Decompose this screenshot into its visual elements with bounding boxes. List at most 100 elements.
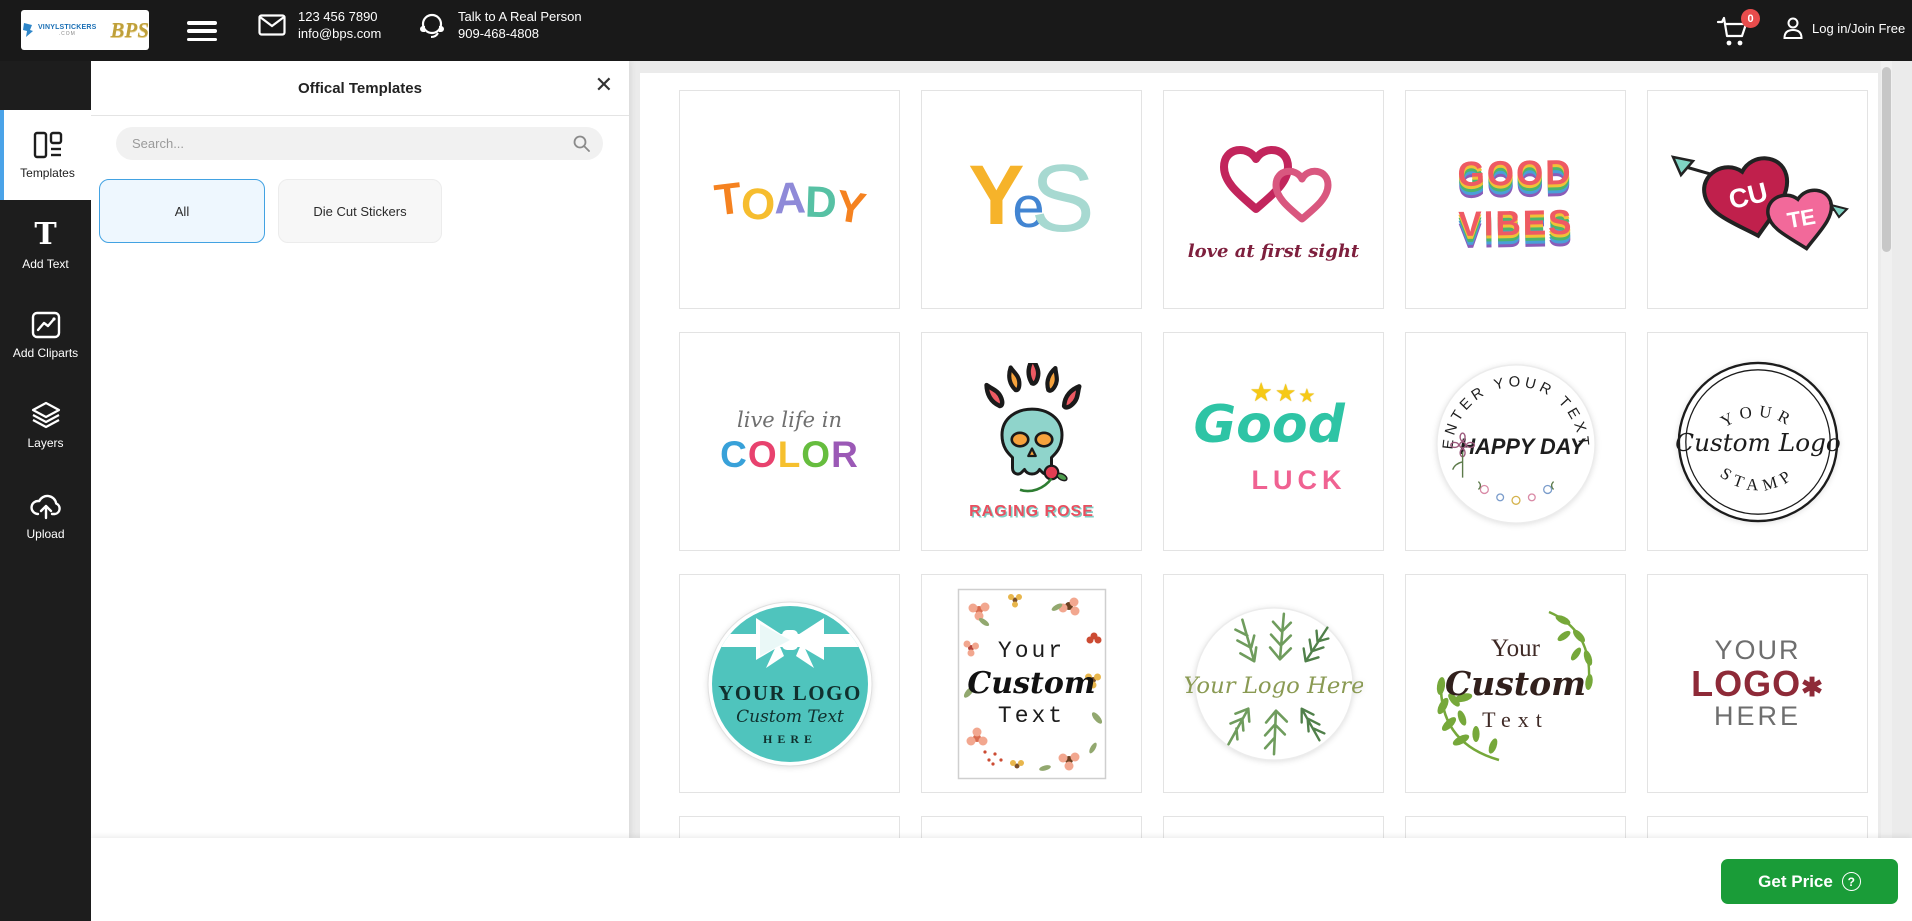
email-contact[interactable]: 123 456 7890 info@bps.com [258,9,381,41]
template-card-partial[interactable] [1647,816,1868,838]
your-logo-here-art: YOUR LOGO✱ HERE [1691,636,1824,730]
cart-count-badge: 0 [1741,9,1760,28]
svg-text:Custom Logo: Custom Logo [1675,427,1841,456]
template-card-good-luck[interactable]: ★★★ Good LUCK [1163,332,1384,551]
layers-icon [31,401,61,429]
stamp-art: YOUR Custom Logo STAMP [1669,353,1847,531]
bps-logo-text: BPS [111,18,150,43]
envelope-icon [258,14,286,36]
top-header: VINYLSTICKERS .COM BPS 123 456 7890 info… [0,0,1912,61]
good-vibes-art: GOOD VIBES [1457,155,1574,244]
help-question-icon[interactable]: ? [1842,872,1861,891]
filter-tab-all[interactable]: All [99,179,265,243]
ferns-art: Your Logo Here [1185,598,1363,770]
template-card-partial[interactable] [679,816,900,838]
template-card-laurel-custom-text[interactable]: Your Custom Text [1405,574,1626,793]
template-card-partial[interactable] [921,816,1142,838]
color-caption: live life in [737,408,842,432]
support-contact[interactable]: Talk to A Real Person 909-468-4808 [418,9,582,41]
sidebar-item-add-cliparts[interactable]: Add Cliparts [0,290,91,380]
template-card-raging-rose[interactable]: RAGING ROSE [921,332,1142,551]
cute-hearts-art: CU TE [1663,125,1853,275]
sidebar-label: Upload [26,527,64,541]
color-art: COLOR [720,434,859,476]
header-email: info@bps.com [298,26,381,41]
sidebar-item-layers[interactable]: Layers [0,380,91,470]
template-card-live-life-in-color[interactable]: live life in COLOR [679,332,900,551]
sidebar-item-upload[interactable]: Upload [0,470,91,560]
sticker-logo-icon [21,22,35,38]
svg-text:YOUR LOGO: YOUR LOGO [718,681,862,705]
menu-hamburger-icon[interactable] [187,21,217,41]
template-card-toady[interactable]: TOADY [679,90,900,309]
template-search [116,127,603,160]
floral-art: Your Custom Text [957,588,1107,780]
header-phone: 123 456 7890 [298,9,381,24]
good-luck-art: ★★★ Good LUCK [1194,377,1354,507]
grid-scrollbar-track[interactable] [1881,61,1892,838]
raging-rose-caption: RAGING ROSE [969,503,1094,521]
template-card-happy-day[interactable]: ENTER YOUR TEXT HAPPY DAY [1405,332,1626,551]
brand-domain: .COM [59,31,76,37]
sidebar-label: Add Text [22,257,68,271]
filter-tab-label: All [175,204,189,219]
login-button[interactable]: Log in/Join Free [1782,16,1905,40]
svg-text:HAPPY DAY: HAPPY DAY [1459,433,1586,458]
template-card-love-at-first-sight[interactable]: love at first sight [1163,90,1384,309]
template-card-yes[interactable]: YeS [921,90,1142,309]
template-card-good-vibes[interactable]: GOOD VIBES [1405,90,1626,309]
bottom-bar: Get Price ? [91,838,1912,921]
template-card-your-logo-ribbon[interactable]: YOUR LOGO Custom Text HERE [679,574,900,793]
templates-panel: Offical Templates ✕ All Die Cut Stickers [91,61,629,838]
support-label: Talk to A Real Person [458,9,582,24]
svg-text:HERE: HERE [762,732,816,746]
search-icon[interactable] [573,135,590,152]
happy-day-art: ENTER YOUR TEXT HAPPY DAY [1427,353,1605,531]
sidebar-label: Add Cliparts [13,346,78,360]
upload-cloud-icon [29,490,63,520]
template-card-your-logo-here[interactable]: YOUR LOGO✱ HERE [1647,574,1868,793]
template-card-partial[interactable] [1163,816,1384,838]
user-icon [1782,16,1804,40]
skull-art [957,363,1107,501]
template-card-your-logo-ferns[interactable]: Your Logo Here [1163,574,1384,793]
template-grid-area: TOADY YeS love at first sight GOOD VIBES [629,61,1912,838]
svg-text:Your Logo Here: Your Logo Here [1185,672,1363,698]
panel-title: Offical Templates [298,80,422,97]
svg-text:TE: TE [1785,203,1817,233]
sidebar-label: Layers [27,436,63,450]
template-card-cute[interactable]: CU TE [1647,90,1868,309]
toady-art: TOADY [715,175,864,225]
yes-art: YeS [968,153,1094,247]
brand-name: VINYLSTICKERS [38,24,97,31]
search-input[interactable] [116,136,603,151]
cliparts-icon [31,311,61,339]
love-caption: love at first sight [1188,241,1360,262]
add-text-icon: T [34,220,56,250]
tool-sidebar: Templates T Add Text Add Cliparts Layers… [0,61,91,921]
close-icon[interactable]: ✕ [595,74,613,96]
template-grid: TOADY YeS love at first sight GOOD VIBES [640,73,1878,838]
template-card-partial[interactable] [1405,816,1626,838]
grid-scrollbar-thumb[interactable] [1882,67,1891,252]
laurel-art: Your Custom Text [1421,594,1611,774]
login-label: Log in/Join Free [1812,21,1905,36]
sidebar-item-add-text[interactable]: T Add Text [0,200,91,290]
get-price-label: Get Price [1758,872,1833,892]
template-card-floral-custom-text[interactable]: Your Custom Text [921,574,1142,793]
asterisk-mark: ✱ [1801,672,1824,702]
support-phone: 909-468-4808 [458,26,582,41]
sidebar-item-templates[interactable]: Templates [0,110,91,200]
headset-icon [418,11,446,39]
filter-tab-label: Die Cut Stickers [313,204,406,219]
template-card-custom-logo-stamp[interactable]: YOUR Custom Logo STAMP [1647,332,1868,551]
svg-text:Custom Text: Custom Text [736,707,844,727]
hearts-art [1194,137,1354,237]
brand-logo[interactable]: VINYLSTICKERS .COM BPS [21,10,149,50]
get-price-button[interactable]: Get Price ? [1721,859,1898,904]
cart-button[interactable]: 0 [1716,16,1756,50]
filter-tab-die-cut-stickers[interactable]: Die Cut Stickers [278,179,442,243]
sidebar-label: Templates [20,166,75,180]
vinylstickers-logo: VINYLSTICKERS .COM [21,22,97,38]
templates-icon [33,131,63,159]
